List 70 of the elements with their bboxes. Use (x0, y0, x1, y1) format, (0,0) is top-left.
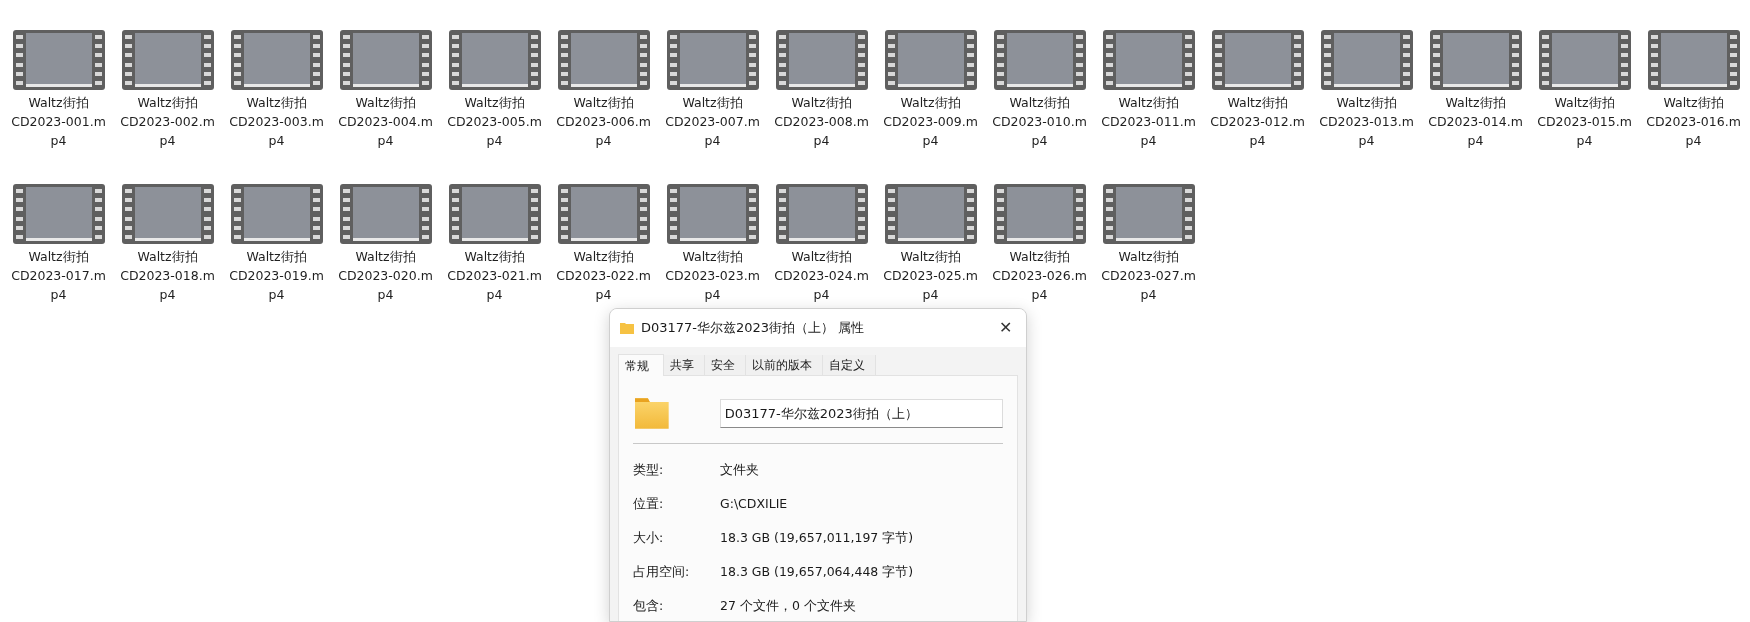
video-thumbnail[interactable] (230, 30, 323, 90)
folder-icon (620, 322, 634, 334)
video-thumbnail[interactable] (557, 30, 650, 90)
video-thumbnail[interactable] (1320, 30, 1413, 90)
video-thumbnail[interactable] (1429, 30, 1522, 90)
video-thumbnail[interactable] (12, 30, 105, 90)
name-field[interactable]: D03177-华尔兹2023街拍（上） (719, 399, 1003, 428)
property-label: 占用空间: (633, 562, 691, 581)
video-thumbnail[interactable] (1102, 184, 1195, 244)
video-thumbnail[interactable] (448, 184, 541, 244)
video-thumbnail[interactable] (121, 184, 214, 244)
video-thumbnail[interactable] (1211, 30, 1304, 90)
file-name-label[interactable]: Waltz街拍 CD2023-024.m p4 (774, 247, 869, 304)
file-name-label[interactable]: Waltz街拍 CD2023-010.m p4 (992, 93, 1087, 150)
file-name-label[interactable]: Waltz街拍 CD2023-015.m p4 (1537, 93, 1632, 150)
file-name-label[interactable]: Waltz街拍 CD2023-027.m p4 (1101, 247, 1196, 304)
video-thumbnail[interactable] (1102, 30, 1195, 90)
close-button[interactable]: ✕ (988, 313, 1022, 343)
file-name-label[interactable]: Waltz街拍 CD2023-026.m p4 (992, 247, 1087, 304)
file-name-label[interactable]: Waltz街拍 CD2023-020.m p4 (338, 247, 433, 304)
property-value: 18.3 GB (19,657,064,448 字节) (720, 562, 914, 581)
file-name-label[interactable]: Waltz街拍 CD2023-013.m p4 (1319, 93, 1414, 150)
file-name-label[interactable]: Waltz街拍 CD2023-008.m p4 (774, 93, 869, 150)
video-thumbnail[interactable] (666, 30, 759, 90)
video-thumbnail[interactable] (884, 184, 977, 244)
property-label: 类型: (633, 460, 665, 479)
video-thumbnail[interactable] (230, 184, 323, 244)
file-name-label[interactable]: Waltz街拍 CD2023-009.m p4 (883, 93, 978, 150)
file-name-label[interactable]: Waltz街拍 CD2023-011.m p4 (1101, 93, 1196, 150)
file-name-label[interactable]: Waltz街拍 CD2023-014.m p4 (1428, 93, 1523, 150)
file-name-label[interactable]: Waltz街拍 CD2023-021.m p4 (447, 247, 542, 304)
video-thumbnail[interactable] (448, 30, 541, 90)
property-label: 大小: (633, 528, 665, 547)
video-thumbnail[interactable] (339, 184, 432, 244)
file-name-label[interactable]: Waltz街拍 CD2023-006.m p4 (556, 93, 651, 150)
video-thumbnail[interactable] (12, 184, 105, 244)
video-thumbnail[interactable] (993, 30, 1086, 90)
video-thumbnail[interactable] (339, 30, 432, 90)
file-name-label[interactable]: Waltz街拍 CD2023-005.m p4 (447, 93, 542, 150)
property-value: 27 个文件，0 个文件夹 (720, 596, 856, 615)
window-title: D03177-华尔兹2023街拍（上） 属性 (641, 319, 865, 338)
file-name-label[interactable]: Waltz街拍 CD2023-004.m p4 (338, 93, 433, 150)
video-thumbnail[interactable] (1647, 30, 1740, 90)
video-thumbnail[interactable] (775, 30, 868, 90)
property-label: 位置: (633, 494, 665, 513)
property-value: G:\CDXILIE (720, 494, 788, 513)
video-thumbnail[interactable] (666, 184, 759, 244)
video-thumbnail[interactable] (121, 30, 214, 90)
property-value: 18.3 GB (19,657,011,197 字节) (720, 528, 914, 547)
file-name-label[interactable]: Waltz街拍 CD2023-003.m p4 (229, 93, 324, 150)
file-name-label[interactable]: Waltz街拍 CD2023-002.m p4 (120, 93, 215, 150)
file-name-label[interactable]: Waltz街拍 CD2023-019.m p4 (229, 247, 324, 304)
folder-icon (635, 398, 669, 429)
video-thumbnail[interactable] (993, 184, 1086, 244)
file-name-label[interactable]: Waltz街拍 CD2023-022.m p4 (556, 247, 651, 304)
property-label: 包含: (633, 596, 665, 615)
video-thumbnail[interactable] (557, 184, 650, 244)
file-name-label[interactable]: Waltz街拍 CD2023-018.m p4 (120, 247, 215, 304)
video-thumbnail[interactable] (1538, 30, 1631, 90)
file-name-label[interactable]: Waltz街拍 CD2023-025.m p4 (883, 247, 978, 304)
file-name-label[interactable]: Waltz街拍 CD2023-007.m p4 (665, 93, 760, 150)
video-thumbnail[interactable] (775, 184, 868, 244)
video-thumbnail[interactable] (884, 30, 977, 90)
tab[interactable]: 常规 (618, 354, 664, 376)
file-name-label[interactable]: Waltz街拍 CD2023-001.m p4 (11, 93, 106, 150)
file-name-label[interactable]: Waltz街拍 CD2023-012.m p4 (1210, 93, 1305, 150)
file-name-label[interactable]: Waltz街拍 CD2023-016.m p4 (1646, 93, 1741, 150)
file-name-label[interactable]: Waltz街拍 CD2023-023.m p4 (665, 247, 760, 304)
property-value: 文件夹 (720, 460, 759, 479)
file-name-label[interactable]: Waltz街拍 CD2023-017.m p4 (11, 247, 106, 304)
